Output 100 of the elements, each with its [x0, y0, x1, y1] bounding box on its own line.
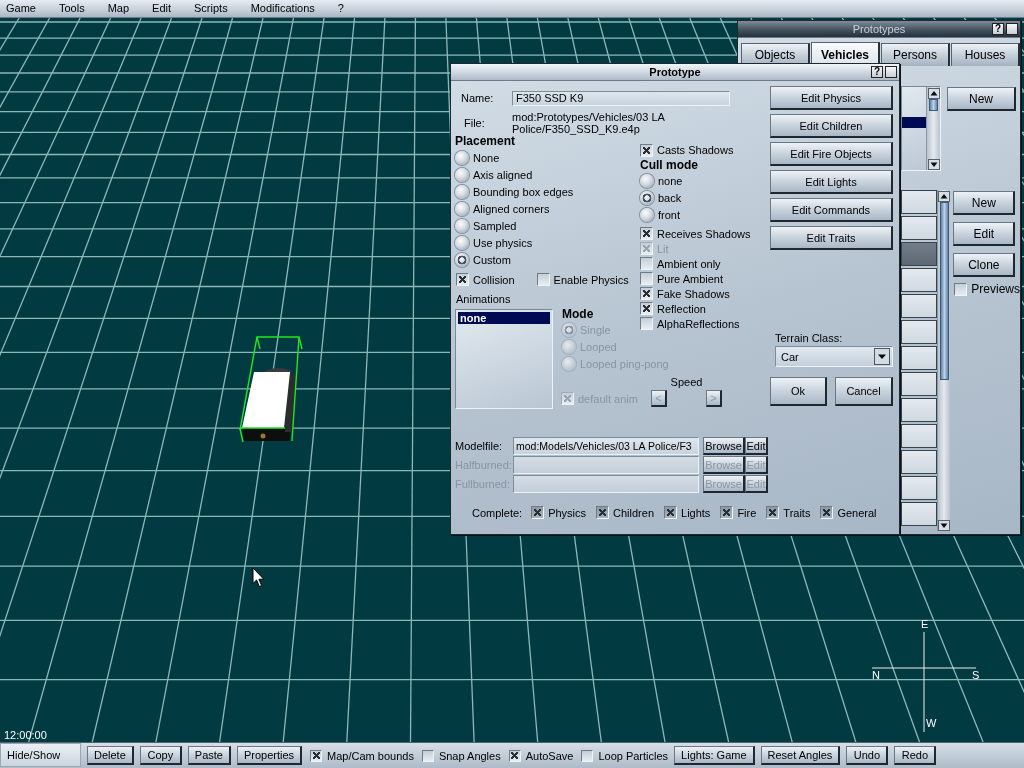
menu-item[interactable]: Map	[107, 2, 130, 15]
checkbox[interactable]	[640, 227, 653, 240]
scrollbar-thumb[interactable]	[939, 202, 949, 380]
dialog-button[interactable]: Ok	[770, 377, 827, 406]
radio-label: Bounding box edges	[473, 185, 574, 198]
radio-button[interactable]	[640, 207, 654, 222]
radio-label: Sampled	[473, 219, 517, 232]
edit-button[interactable]: Edit Children	[770, 114, 893, 138]
tab[interactable]: Persons	[881, 43, 950, 66]
list-row[interactable]	[901, 372, 938, 396]
radio-button[interactable]	[640, 173, 654, 188]
caret-icon[interactable]	[874, 348, 890, 365]
toolbar-button[interactable]: Copy	[139, 746, 182, 765]
menu-item[interactable]: Tools	[58, 2, 85, 15]
radio-label: back	[658, 191, 682, 204]
list-row[interactable]	[901, 216, 938, 240]
checkbox-label: Casts Shadows	[657, 144, 734, 156]
checkbox[interactable]	[640, 272, 653, 285]
edit-button[interactable]: Edit Physics	[770, 86, 893, 110]
scroll-down-icon[interactable]	[927, 159, 940, 170]
edit-button[interactable]: Edit	[745, 437, 768, 455]
checkbox[interactable]	[640, 287, 653, 300]
checkbox[interactable]	[766, 506, 780, 519]
checkbox[interactable]	[640, 302, 653, 315]
panel-button[interactable]: New	[947, 87, 1016, 111]
checkbox[interactable]	[640, 317, 653, 330]
checkbox[interactable]	[820, 506, 834, 519]
list-row[interactable]	[901, 190, 938, 214]
radio-button[interactable]	[455, 201, 469, 216]
menu-item[interactable]: Modifications	[250, 2, 315, 15]
radio-button[interactable]	[455, 184, 469, 199]
toolbar-button[interactable]: Redo	[894, 746, 937, 765]
checkbox[interactable]	[536, 273, 550, 286]
checkbox[interactable]	[954, 282, 968, 296]
text-field[interactable]: F350 SSD K9	[512, 91, 730, 106]
scrollbar[interactable]	[937, 190, 951, 531]
scrollbar[interactable]	[926, 87, 940, 170]
list-row[interactable]	[901, 450, 938, 474]
checkbox[interactable]	[720, 506, 734, 519]
checkbox-label: Traits	[783, 506, 811, 519]
scrollbar-thumb[interactable]	[929, 99, 938, 111]
checkbox[interactable]	[581, 749, 594, 762]
menu-item[interactable]: Edit	[152, 2, 172, 15]
list-row[interactable]	[901, 294, 938, 318]
window-button[interactable]	[885, 66, 897, 78]
list-item[interactable]: none	[458, 312, 550, 324]
radio-button[interactable]	[455, 218, 469, 233]
checkbox[interactable]	[640, 257, 653, 270]
toolbar-button[interactable]: Undo	[846, 746, 889, 765]
radio-button[interactable]	[455, 235, 469, 250]
radio-button[interactable]	[455, 150, 469, 165]
checkbox[interactable]	[508, 749, 521, 762]
dropdown[interactable]: Car	[775, 346, 893, 367]
checkbox[interactable]	[421, 749, 434, 762]
toolbar-button[interactable]: Paste	[187, 746, 231, 765]
panel-button[interactable]: New	[953, 191, 1016, 215]
radio-button[interactable]	[455, 252, 469, 267]
checkbox[interactable]	[664, 506, 677, 519]
list-row[interactable]	[901, 346, 938, 370]
list-row[interactable]	[901, 476, 938, 500]
scroll-up-icon[interactable]	[927, 88, 940, 99]
panel-button[interactable]: Edit	[953, 222, 1016, 246]
list-row[interactable]	[901, 398, 938, 422]
toggle-button[interactable]: Hide/Show	[0, 743, 81, 767]
menu-item[interactable]: Scripts	[194, 2, 228, 15]
window-title: Prototype	[649, 65, 701, 79]
checkbox-label: Map/Cam bounds	[327, 749, 414, 762]
toolbar-button[interactable]: Reset Angles	[760, 746, 841, 765]
radio-button[interactable]	[640, 190, 654, 205]
panel-button[interactable]: Clone	[953, 253, 1016, 277]
edit-button[interactable]: Edit Fire Objects	[770, 142, 893, 166]
help-button[interactable]: ?	[871, 66, 883, 78]
tab[interactable]: Houses	[951, 43, 1020, 66]
toolbar-button[interactable]: Delete	[87, 746, 134, 765]
radio-button[interactable]	[455, 167, 469, 182]
edit-button[interactable]: Edit Traits	[770, 226, 893, 250]
checkbox[interactable]	[561, 392, 574, 405]
dialog-button[interactable]: Cancel	[835, 377, 893, 406]
list-row[interactable]	[901, 502, 938, 526]
list-row[interactable]	[901, 268, 938, 292]
tab[interactable]: Vehicles	[811, 42, 880, 66]
scroll-down-icon[interactable]	[938, 520, 951, 531]
toolbar-button[interactable]: Lights: Game	[674, 746, 755, 765]
edit-button[interactable]: Edit Commands	[770, 198, 893, 222]
edit-button[interactable]: Edit Lights	[770, 170, 893, 194]
toolbar-button[interactable]: Properties	[236, 746, 303, 765]
menu-item[interactable]: ?	[337, 2, 344, 15]
checkbox[interactable]	[531, 506, 545, 519]
field-label: Terrain Class:	[775, 332, 843, 344]
list-row[interactable]	[901, 320, 938, 344]
checkbox[interactable]	[640, 143, 653, 157]
browse-button[interactable]: Browse	[703, 437, 745, 455]
menu-item[interactable]: Game	[6, 2, 36, 15]
text-field[interactable]: mod:Models/Vehicles/03 LA Police/F3	[513, 437, 699, 455]
checkbox[interactable]	[456, 273, 469, 286]
scroll-up-icon[interactable]	[938, 191, 951, 202]
list-row[interactable]	[901, 242, 938, 266]
checkbox[interactable]	[310, 749, 323, 762]
list-row[interactable]	[901, 424, 938, 448]
checkbox[interactable]	[596, 506, 610, 519]
